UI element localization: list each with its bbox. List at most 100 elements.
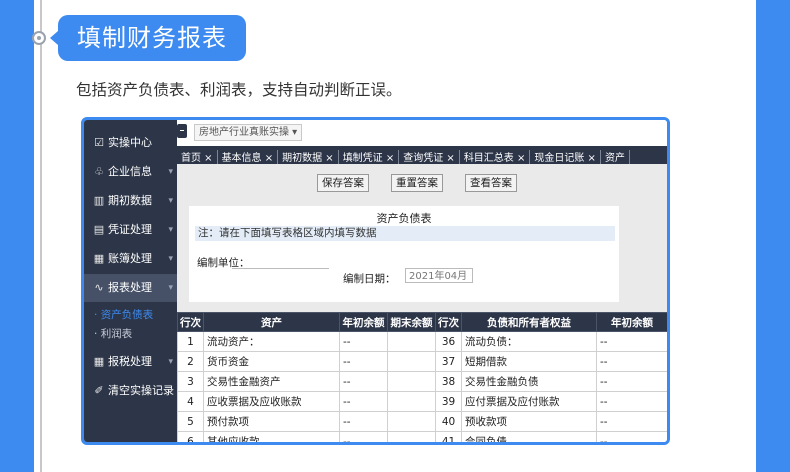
sidebar-subitem-balance-sheet[interactable]: · 资产负债表 (94, 307, 153, 322)
sidebar-subitem-income-statement[interactable]: · 利润表 (94, 326, 132, 341)
opening-balance-input[interactable]: -- (596, 431, 667, 442)
brush-icon: ✐ (94, 384, 104, 397)
sidebar-item-voucher[interactable]: ▤ 凭证处理 ▾ (84, 216, 177, 244)
app-screenshot-frame: ☑ 实操中心 ♧ 企业信息 ▾ ▥ 期初数据 ▾ ▤ 凭证处理 ▾ ▦ 账簿处理… (81, 117, 670, 445)
sidebar-item-label: 报表处理 (108, 281, 152, 294)
liability-item-cell: 交易性金融负债 (461, 371, 597, 392)
table-row: 2 货币资金 -- 37 短期借款 -- (177, 351, 667, 372)
sidebar-item-company-info[interactable]: ♧ 企业信息 ▾ (84, 158, 177, 186)
report-title: 资产负债表 (376, 212, 432, 225)
sidebar-item-reports[interactable]: ∿ 报表处理 ▾ (84, 274, 177, 302)
opening-balance-input[interactable]: -- (339, 411, 388, 432)
closing-balance-input[interactable] (387, 411, 436, 432)
company-select[interactable]: 房地产行业真账实操 ▾ (194, 124, 303, 141)
tab-cash-journal[interactable]: 现金日记账 × (530, 150, 601, 164)
sidebar-item-clear-records[interactable]: ✐ 清空实操记录 (84, 377, 177, 405)
opening-balance-input[interactable]: -- (596, 411, 667, 432)
opening-balance-input[interactable]: -- (596, 331, 667, 352)
table-row: 3 交易性金融资产 -- 38 交易性金融负债 -- (177, 371, 667, 392)
tab-basic-info[interactable]: 基本信息 × (218, 150, 279, 164)
ledger-icon: ▦ (93, 252, 105, 265)
liability-item-cell: 流动负债： (461, 331, 597, 352)
tab-fill-voucher[interactable]: 填制凭证 × (339, 150, 400, 164)
reset-answer-button[interactable]: 重置答案 (391, 174, 443, 192)
voucher-icon: ▤ (93, 223, 105, 236)
table-row: 4 应收票据及应收账款 -- 39 应付票据及应付账款 -- (177, 391, 667, 412)
sidebar-item-practice-center[interactable]: ☑ 实操中心 (84, 129, 177, 157)
opening-balance-input[interactable]: -- (339, 391, 388, 412)
row-number-cell: 36 (435, 331, 462, 352)
tab-home[interactable]: 首页 × (177, 150, 218, 164)
liability-item-cell: 短期借款 (461, 351, 597, 372)
main-content: 保存答案 重置答案 查看答案 资产负债表 注：请在下面填写表格区域内填写数据 编… (177, 164, 667, 442)
sidebar-item-label: 实操中心 (108, 136, 152, 149)
chevron-down-icon: ▾ (168, 196, 173, 206)
line-chart-icon: ∿ (94, 281, 104, 294)
column-header: 行次 (177, 312, 204, 332)
table-row: 6 其他应收款 -- 41 合同负债 -- (177, 431, 667, 442)
row-number-cell: 3 (177, 371, 204, 392)
unit-field[interactable] (232, 268, 329, 269)
row-number-cell: 2 (177, 351, 204, 372)
column-header: 负债和所有者权益 (461, 312, 597, 332)
sidebar-item-label: 账簿处理 (108, 252, 152, 265)
date-field[interactable]: 2021年04月 (405, 268, 473, 283)
opening-balance-input[interactable]: -- (339, 431, 388, 442)
table-row: 5 预付款项 -- 40 预收款项 -- (177, 411, 667, 432)
liability-item-cell: 应付票据及应付账款 (461, 391, 597, 412)
asset-item-cell: 预付款项 (203, 411, 340, 432)
closing-balance-input[interactable] (387, 371, 436, 392)
chevron-down-icon: ▾ (168, 167, 173, 177)
row-number-cell: 5 (177, 411, 204, 432)
timeline-line (40, 0, 42, 472)
table-header-row: 行次 资产 年初余额 期末余额 行次 负债和所有者权益 年初余额 (177, 312, 667, 332)
balance-sheet-table: 行次 资产 年初余额 期末余额 行次 负债和所有者权益 年初余额 1 流动资产：… (177, 312, 667, 442)
tab-opening-data[interactable]: 期初数据 × (278, 150, 339, 164)
closing-balance-input[interactable] (387, 351, 436, 372)
section-subtitle: 包括资产负债表、利润表，支持自动判断正误。 (76, 81, 402, 99)
save-answer-button[interactable]: 保存答案 (317, 174, 369, 192)
building-icon: ♧ (94, 165, 104, 178)
chevron-down-icon: ▾ (168, 357, 173, 367)
asset-item-cell: 货币资金 (203, 351, 340, 372)
sidebar-subitem-label: 利润表 (100, 328, 133, 340)
action-buttons: 保存答案 重置答案 查看答案 (177, 174, 667, 194)
opening-balance-input[interactable]: -- (339, 331, 388, 352)
top-bar: 房地产行业真账实操 ▾ (177, 120, 667, 145)
sidebar-item-label: 期初数据 (108, 194, 152, 207)
row-number-cell: 38 (435, 371, 462, 392)
tax-icon: ▦ (93, 355, 105, 368)
tab-query-voucher[interactable]: 查询凭证 × (399, 150, 460, 164)
opening-balance-input[interactable]: -- (339, 371, 388, 392)
column-header: 资产 (203, 312, 340, 332)
chevron-down-icon: ▾ (168, 283, 173, 293)
row-number-cell: 1 (177, 331, 204, 352)
view-answer-button[interactable]: 查看答案 (465, 174, 517, 192)
sidebar-item-label: 清空实操记录 (108, 384, 174, 397)
bar-chart-icon: ▥ (93, 194, 105, 207)
column-header: 行次 (435, 312, 462, 332)
opening-balance-input[interactable]: -- (596, 391, 667, 412)
opening-balance-input[interactable]: -- (596, 351, 667, 372)
asset-item-cell: 其他应收款 (203, 431, 340, 442)
closing-balance-input[interactable] (387, 331, 436, 352)
closing-balance-input[interactable] (387, 391, 436, 412)
asset-item-cell: 交易性金融资产 (203, 371, 340, 392)
row-number-cell: 41 (435, 431, 462, 442)
tab-assets[interactable]: 资产 (601, 150, 630, 164)
asset-item-cell: 流动资产： (203, 331, 340, 352)
opening-balance-input[interactable]: -- (339, 351, 388, 372)
sidebar: ☑ 实操中心 ♧ 企业信息 ▾ ▥ 期初数据 ▾ ▤ 凭证处理 ▾ ▦ 账簿处理… (84, 120, 177, 442)
sidebar-subitem-label: 资产负债表 (100, 309, 154, 321)
tab-account-summary[interactable]: 科目汇总表 × (460, 150, 531, 164)
sidebar-item-label: 报税处理 (108, 355, 152, 368)
sidebar-item-ledger[interactable]: ▦ 账簿处理 ▾ (84, 245, 177, 273)
column-header: 年初余额 (596, 312, 667, 332)
report-header-form: 资产负债表 注：请在下面填写表格区域内填写数据 编制单位： 编制日期： 2021… (189, 206, 619, 302)
opening-balance-input[interactable]: -- (596, 371, 667, 392)
closing-balance-input[interactable] (387, 431, 436, 442)
sidebar-item-tax[interactable]: ▦ 报税处理 ▾ (84, 348, 177, 376)
sidebar-item-opening-data[interactable]: ▥ 期初数据 ▾ (84, 187, 177, 215)
collapse-sidebar-icon[interactable] (177, 124, 187, 138)
chevron-down-icon: ▾ (168, 254, 173, 264)
